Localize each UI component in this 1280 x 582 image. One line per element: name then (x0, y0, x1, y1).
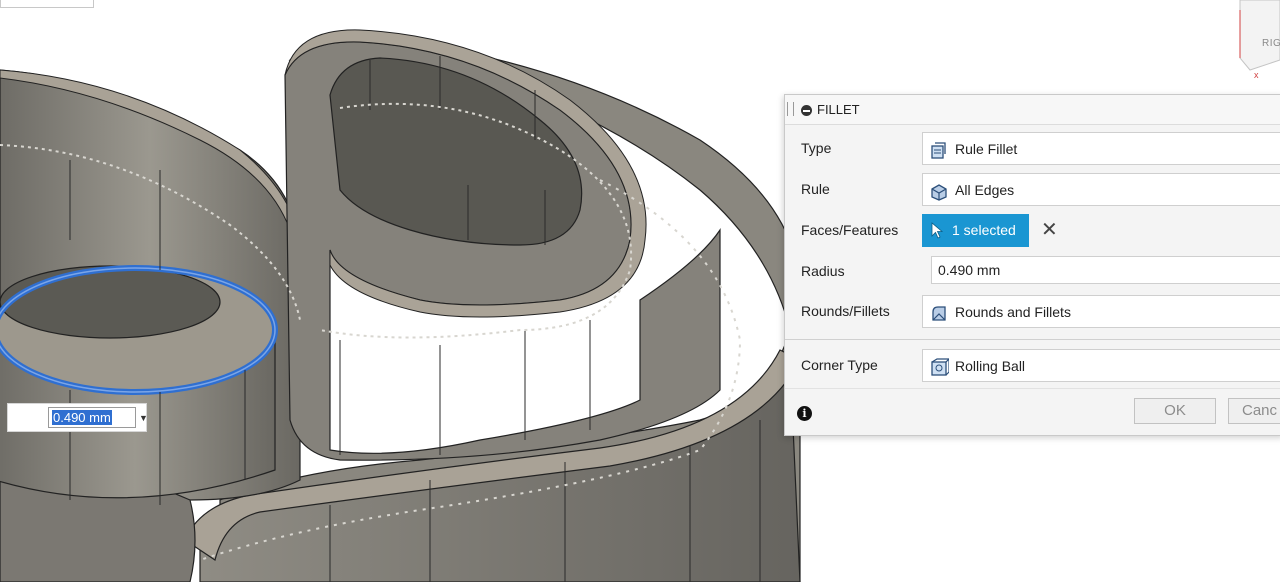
corner-type-dropdown[interactable]: Rolling Ball (922, 349, 1280, 382)
divider (785, 339, 1280, 340)
cylinder-hole (0, 265, 221, 339)
type-value: Rule Fillet (955, 141, 1018, 157)
rule-dropdown[interactable]: All Edges (922, 173, 1280, 206)
type-label: Type (801, 140, 832, 156)
info-icon[interactable]: i (797, 406, 812, 421)
rounds-fillets-icon (932, 306, 946, 321)
faces-value: 1 selected (952, 222, 1016, 238)
drag-grip-icon[interactable] (787, 102, 794, 116)
svg-text:x: x (1254, 70, 1259, 80)
viewcube-right-label: RIG (1262, 38, 1280, 49)
clear-selection-icon[interactable]: ✕ (1041, 219, 1061, 241)
radius-label: Radius (801, 263, 845, 279)
ok-button[interactable]: OK (1134, 398, 1216, 424)
rule-label: Rule (801, 181, 830, 197)
viewport-radius-box[interactable]: 0.490 mm ▼ (7, 403, 148, 432)
dialog-header[interactable]: FILLET (785, 95, 1280, 125)
radius-input[interactable]: 0.490 mm (931, 256, 1280, 284)
rounds-dropdown[interactable]: Rounds and Fillets (922, 295, 1280, 328)
collapse-icon[interactable] (801, 105, 812, 116)
viewport-radius-input[interactable]: 0.490 mm (48, 407, 136, 428)
cursor-arrow-icon (931, 222, 944, 239)
cancel-button[interactable]: Canc (1228, 398, 1280, 424)
all-edges-icon (931, 184, 947, 201)
rule-fillet-icon (931, 142, 946, 159)
type-dropdown[interactable]: Rule Fillet (922, 132, 1280, 165)
rounds-label: Rounds/Fillets (801, 303, 890, 319)
corner-type-value: Rolling Ball (955, 358, 1026, 374)
fillet-dialog: FILLET Type Rule Fillet Rule All Edges F… (784, 94, 1280, 436)
faces-label: Faces/Features (801, 222, 899, 238)
corner-type-label: Corner Type (801, 357, 878, 373)
chevron-down-icon[interactable]: ▼ (139, 413, 148, 423)
rolling-ball-icon (931, 358, 949, 376)
faces-selection-button[interactable]: 1 selected (922, 214, 1029, 247)
rounds-value: Rounds and Fillets (955, 304, 1071, 320)
dialog-title: FILLET (817, 102, 860, 117)
rule-value: All Edges (955, 182, 1015, 198)
